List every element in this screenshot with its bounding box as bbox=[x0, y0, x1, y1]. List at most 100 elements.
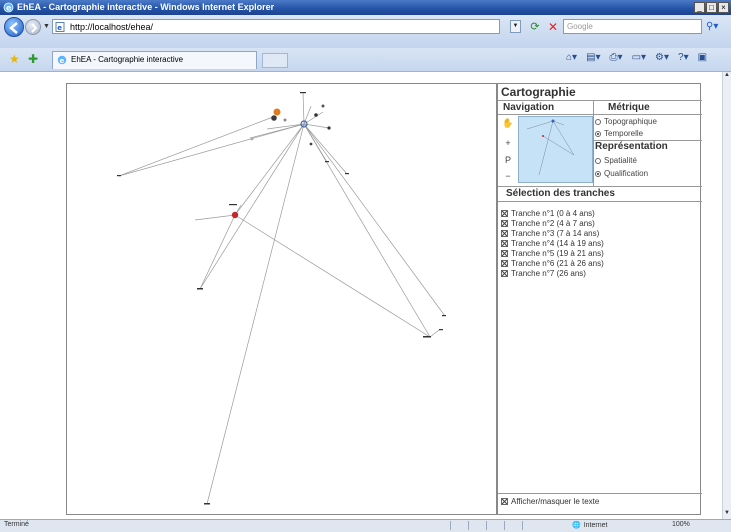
search-icon[interactable]: ⚲▾ bbox=[706, 20, 722, 34]
pan-hand-icon[interactable]: ✋ bbox=[502, 117, 514, 129]
globe-icon: 🌐 bbox=[572, 522, 581, 529]
metrique-option-topographique[interactable]: Topographique bbox=[595, 117, 657, 126]
radio-icon[interactable] bbox=[595, 157, 601, 164]
help-icon[interactable]: ?▾ bbox=[678, 52, 689, 63]
divider bbox=[593, 100, 594, 186]
toggle-text-checkbox[interactable]: Afficher/masquer le texte bbox=[501, 497, 599, 506]
option-label: Temporelle bbox=[604, 129, 644, 138]
forward-arrow-icon bbox=[31, 23, 38, 33]
map-node-small[interactable] bbox=[327, 126, 331, 130]
page-content: Cartographie Navigation ✋ + P − Métrique bbox=[0, 72, 722, 519]
checkbox-icon[interactable] bbox=[501, 209, 508, 217]
tranche-label: Tranche n°6 (21 à 26 ans) bbox=[511, 258, 604, 268]
history-dropdown-icon[interactable]: ▼ bbox=[43, 23, 50, 30]
tranche-item[interactable]: Tranche n°2 (4 à 7 ans) bbox=[501, 218, 604, 228]
tranche-item[interactable]: Tranche n°7 (26 ans) bbox=[501, 268, 604, 278]
vertical-scrollbar[interactable]: ▲ ▼ bbox=[722, 72, 731, 519]
page-icon: e bbox=[55, 22, 65, 32]
status-cell bbox=[522, 521, 539, 530]
map-node-small[interactable] bbox=[309, 142, 313, 146]
representation-option-qualification[interactable]: Qualification bbox=[595, 169, 648, 178]
print-icon[interactable]: ⎙▾ bbox=[610, 52, 623, 63]
feeds-icon[interactable]: ▤▾ bbox=[586, 52, 600, 63]
tranche-label: Tranche n°2 (4 à 7 ans) bbox=[511, 218, 595, 228]
home-icon[interactable]: ⌂▾ bbox=[566, 52, 577, 63]
add-favorites-icon[interactable]: ✚ bbox=[28, 52, 38, 66]
scroll-down-icon[interactable]: ▼ bbox=[723, 510, 731, 519]
status-bar: Terminé 🌐 Internet 100% bbox=[0, 519, 731, 532]
checkbox-icon[interactable] bbox=[501, 249, 508, 257]
command-bar: ⌂▾ ▤▾ ⎙▾ ▭▾ ⚙▾ ?▾ ▣ bbox=[566, 52, 707, 63]
address-dropdown-icon[interactable]: ▼ bbox=[510, 20, 521, 33]
checkbox-icon[interactable] bbox=[501, 229, 508, 237]
checkbox-icon[interactable] bbox=[501, 269, 508, 277]
tranche-item[interactable]: Tranche n°5 (19 à 21 ans) bbox=[501, 248, 604, 258]
navigation-heading: Navigation bbox=[503, 102, 555, 113]
map-nodes[interactable] bbox=[231, 104, 331, 219]
back-button[interactable] bbox=[4, 17, 24, 37]
map-node-small[interactable] bbox=[314, 113, 318, 117]
checkbox-icon[interactable] bbox=[501, 498, 508, 505]
reset-view-button[interactable]: P bbox=[502, 154, 514, 166]
radio-icon[interactable] bbox=[595, 118, 601, 125]
minimize-button[interactable]: _ bbox=[694, 2, 705, 13]
minimap-overview bbox=[526, 119, 575, 176]
checkbox-icon[interactable] bbox=[501, 239, 508, 247]
map-node-small[interactable] bbox=[250, 137, 254, 141]
representation-option-spatialite[interactable]: Spatialité bbox=[595, 156, 637, 165]
map-node-dark[interactable] bbox=[271, 115, 277, 121]
metrique-option-temporelle[interactable]: Temporelle bbox=[595, 129, 643, 138]
address-input[interactable]: e http://localhost/ehea/ bbox=[52, 19, 500, 34]
minimap[interactable] bbox=[518, 116, 593, 183]
status-cell bbox=[504, 521, 521, 530]
checkbox-icon[interactable] bbox=[501, 219, 508, 227]
tranche-label: Tranche n°5 (19 à 21 ans) bbox=[511, 248, 604, 258]
option-label: Topographique bbox=[604, 117, 657, 126]
zoom-in-icon[interactable]: + bbox=[502, 137, 514, 149]
representation-heading: Représentation bbox=[595, 141, 668, 152]
divider bbox=[498, 186, 702, 187]
url-text: http://localhost/ehea/ bbox=[70, 22, 154, 32]
tranche-item[interactable]: Tranche n°3 (7 à 14 ans) bbox=[501, 228, 604, 238]
tools-menu-icon[interactable]: ⚙▾ bbox=[655, 52, 669, 63]
map-node-orange[interactable] bbox=[273, 108, 281, 116]
maximize-button[interactable]: □ bbox=[706, 2, 717, 13]
stop-icon[interactable]: ✕ bbox=[546, 20, 560, 34]
scroll-up-icon[interactable]: ▲ bbox=[723, 72, 731, 81]
close-button[interactable]: × bbox=[718, 2, 729, 13]
svg-text:e: e bbox=[57, 24, 62, 32]
cartography-panel: Cartographie Navigation ✋ + P − Métrique bbox=[497, 83, 702, 515]
option-label: Qualification bbox=[604, 169, 649, 178]
window-controls: _ □ × bbox=[694, 2, 729, 13]
zoom-out-icon[interactable]: − bbox=[502, 170, 514, 182]
new-tab-button[interactable] bbox=[262, 53, 288, 68]
back-arrow-icon bbox=[9, 22, 18, 34]
tranche-item[interactable]: Tranche n°6 (21 à 26 ans) bbox=[501, 258, 604, 268]
tab-ehea[interactable]: e EhEA - Cartographie interactive bbox=[52, 51, 257, 69]
window-title: EhEA - Cartographie interactive - Window… bbox=[17, 2, 275, 12]
toggle-text-label: Afficher/masquer le texte bbox=[511, 497, 600, 506]
search-input[interactable]: Google bbox=[563, 19, 702, 34]
tranche-item[interactable]: Tranche n°1 (0 à 4 ans) bbox=[501, 208, 604, 218]
radio-selected-icon[interactable] bbox=[595, 170, 601, 177]
zoom-level[interactable]: 100% bbox=[672, 521, 690, 528]
tranches-heading: Sélection des tranches bbox=[506, 188, 615, 199]
checkbox-icon[interactable] bbox=[501, 259, 508, 267]
map-node-red[interactable] bbox=[231, 211, 239, 219]
map-node-small[interactable] bbox=[321, 104, 325, 108]
tranche-label: Tranche n°4 (14 à 19 ans) bbox=[511, 238, 604, 248]
map-node-small[interactable] bbox=[283, 118, 287, 122]
tab-toolbar: ★ ✚ e EhEA - Cartographie interactive ⌂▾… bbox=[0, 48, 731, 72]
address-toolbar: ▼ e http://localhost/ehea/ ▼ ⟳ ✕ Google … bbox=[0, 15, 731, 48]
network-map[interactable] bbox=[67, 84, 498, 516]
refresh-icon[interactable]: ⟳ bbox=[528, 20, 542, 34]
research-icon[interactable]: ▣ bbox=[698, 52, 707, 63]
forward-button[interactable] bbox=[25, 19, 41, 35]
zone-label: Internet bbox=[583, 521, 608, 529]
tranche-item[interactable]: Tranche n°4 (14 à 19 ans) bbox=[501, 238, 604, 248]
favorites-star-icon[interactable]: ★ bbox=[9, 52, 20, 66]
map-canvas[interactable] bbox=[66, 83, 497, 515]
security-zone[interactable]: 🌐 Internet bbox=[572, 521, 608, 530]
radio-selected-icon[interactable] bbox=[595, 130, 601, 137]
page-menu-icon[interactable]: ▭▾ bbox=[632, 52, 646, 63]
